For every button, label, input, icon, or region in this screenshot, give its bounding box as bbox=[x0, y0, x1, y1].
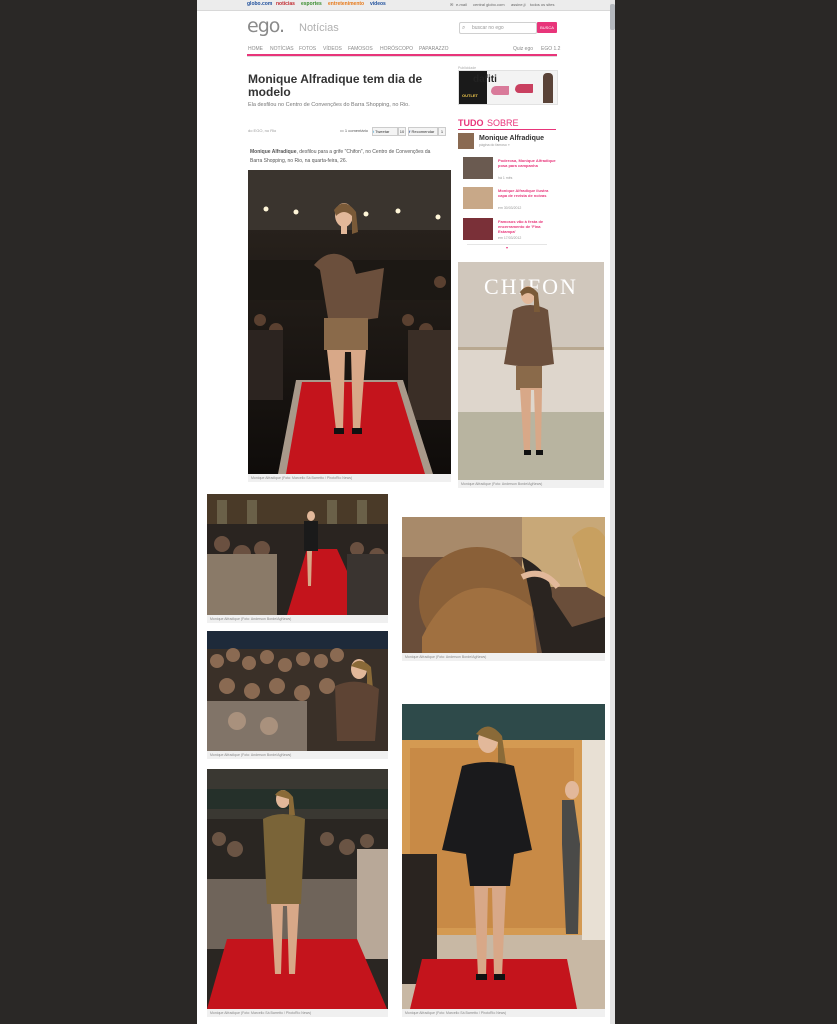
tweet-button[interactable]: t Tweetar bbox=[372, 127, 398, 136]
email-icon: ✉ bbox=[450, 2, 454, 7]
p4-caption: Monique Alfradique (Foto: Marcello Sá Ba… bbox=[210, 1011, 312, 1015]
related-title-1[interactable]: Poderosa, Monique Alfradique posa para c… bbox=[498, 158, 558, 168]
todos-sites-link[interactable]: todos os sites bbox=[530, 2, 554, 8]
tweet-label: Tweetar bbox=[375, 129, 390, 134]
ad-model-image bbox=[543, 73, 553, 103]
assine-link[interactable]: assine.ji bbox=[511, 2, 525, 8]
tudo-heading: TUDO bbox=[458, 118, 484, 128]
nav-noticias[interactable]: NOTÍCIAS bbox=[270, 46, 294, 52]
related-thumb-3[interactable] bbox=[463, 218, 493, 240]
email-link[interactable]: e-mail bbox=[456, 2, 467, 8]
related-date-3: em 17/03/2012 bbox=[498, 236, 522, 240]
p5-caption: Monique Alfradique (Foto: Marcello Sá Ba… bbox=[405, 1011, 507, 1015]
p2-caption: Monique Alfradique (Foto: Anderson Borde… bbox=[210, 753, 292, 757]
article-headline: Monique Alfradique tem dia de modelo bbox=[248, 72, 423, 99]
globo-top-bar: globo.com notícias esportes entretenimen… bbox=[197, 0, 610, 11]
scrollbar-thumb[interactable] bbox=[610, 4, 615, 30]
related-thumb-1[interactable] bbox=[463, 157, 493, 179]
nav-famosos[interactable]: FAMOSOS bbox=[348, 46, 373, 52]
more-related-button[interactable]: ▾ bbox=[467, 244, 547, 251]
search-input[interactable]: ⌕ buscar no ego bbox=[459, 22, 537, 34]
backstage-hair-photo[interactable] bbox=[402, 517, 605, 653]
p3-caption: Monique Alfradique (Foto: Anderson Borde… bbox=[405, 655, 487, 659]
related-date-1: há 1 mês bbox=[498, 176, 513, 180]
person-page-link[interactable]: página do famoso » bbox=[479, 143, 510, 147]
person-avatar[interactable] bbox=[458, 133, 474, 149]
globo-link[interactable]: globo.com bbox=[247, 1, 272, 8]
esportes-link[interactable]: esportes bbox=[301, 1, 322, 8]
nav-videos[interactable]: VÍDEOS bbox=[323, 46, 342, 52]
runway-audience-photo-2[interactable] bbox=[207, 631, 388, 751]
person-name-link[interactable]: Monique Alfradique bbox=[479, 135, 544, 142]
entretenimento-link[interactable]: entretenimento bbox=[328, 1, 364, 8]
related-thumb-2[interactable] bbox=[463, 187, 493, 209]
intro-bold-name: Monique Alfradique bbox=[250, 149, 297, 155]
noticias-link[interactable]: notícias bbox=[276, 1, 295, 8]
chifon-backdrop-photo[interactable]: CHIFON bbox=[458, 262, 604, 480]
fb-count: 1 bbox=[438, 127, 446, 136]
nav-fotos[interactable]: FOTOS bbox=[299, 46, 316, 52]
nav-divider bbox=[247, 56, 557, 57]
p1-caption: Monique Alfradique (Foto: Anderson Borde… bbox=[210, 617, 292, 621]
nav-horoscopo[interactable]: HORÓSCOPO bbox=[380, 46, 413, 52]
nav-home[interactable]: HOME bbox=[248, 46, 263, 52]
facebook-recommend-button[interactable]: f Recomendar bbox=[408, 127, 438, 136]
ad-shoe-image-1 bbox=[491, 86, 509, 95]
comments-count: 1 comentário bbox=[344, 128, 369, 133]
scrollbar[interactable] bbox=[610, 0, 615, 1024]
related-title-2[interactable]: Monique Alfradique ilustra capa de revis… bbox=[498, 188, 558, 198]
related-date-2: em 30/03/2012 bbox=[498, 206, 522, 210]
hero-photo-caption: Monique Alfradique (Foto: Marcello Sá Ba… bbox=[251, 476, 353, 480]
hero-runway-photo[interactable] bbox=[248, 170, 451, 474]
sobre-heading: SOBRE bbox=[487, 118, 519, 128]
section-title: Notícias bbox=[299, 22, 339, 34]
runway-photo-sequin-dress[interactable] bbox=[207, 769, 388, 1009]
fb-label: Recomendar bbox=[411, 129, 435, 134]
nav-ego12[interactable]: EGO 1.2 bbox=[541, 46, 560, 52]
search-icon: ⌕ bbox=[462, 25, 466, 31]
central-link[interactable]: central globo.com bbox=[473, 2, 505, 8]
comments-link[interactable]: ▭ 1 comentário bbox=[340, 128, 368, 133]
chevron-down-icon: ▾ bbox=[505, 245, 508, 250]
tudo-underline bbox=[458, 129, 556, 130]
ad-shoe-image-2 bbox=[515, 84, 533, 93]
search-button[interactable]: BUSCA bbox=[537, 22, 557, 33]
ad-brand-logo: dafiti bbox=[473, 74, 497, 85]
ad-outlet-text: OUTLET bbox=[462, 93, 478, 98]
related-title-3[interactable]: Famosos vão à festa de encerramento de '… bbox=[498, 219, 558, 234]
article-subtitle: Ela desfilou no Centro de Convenções do … bbox=[248, 102, 410, 108]
runway-audience-photo-1[interactable] bbox=[207, 494, 388, 615]
search-placeholder: buscar no ego bbox=[472, 25, 504, 31]
side-photo-caption: Monique Alfradique (Foto: Anderson Borde… bbox=[461, 482, 543, 486]
nav-paparazzo[interactable]: PAPARAZZO bbox=[419, 46, 449, 52]
videos-link[interactable]: vídeos bbox=[370, 1, 386, 8]
runway-photo-black-dress[interactable] bbox=[402, 704, 605, 1009]
ego-logo[interactable]: ego. bbox=[247, 15, 285, 37]
dafiti-ad-banner[interactable]: OUTLET dafiti bbox=[458, 70, 558, 105]
article-byline: do EGO, no Rio bbox=[248, 128, 277, 133]
browser-page: globo.com notícias esportes entretenimen… bbox=[197, 0, 610, 1024]
tweet-count: 10 bbox=[398, 127, 406, 136]
article-intro: Monique Alfradique, desfilou para a grif… bbox=[250, 148, 440, 166]
nav-quiz[interactable]: Quiz ego bbox=[513, 46, 533, 52]
